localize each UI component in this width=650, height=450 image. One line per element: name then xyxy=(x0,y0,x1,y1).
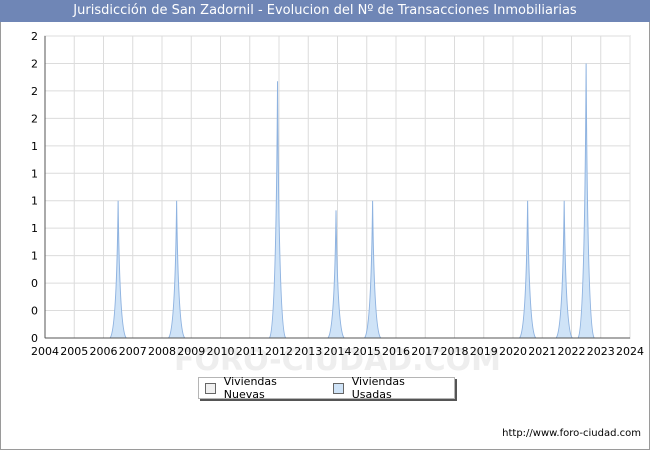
x-tick-label: 2004 xyxy=(31,345,59,358)
x-tick-label: 2018 xyxy=(441,345,469,358)
y-tick-label: 1 xyxy=(31,140,38,153)
y-tick-label: 1 xyxy=(31,195,38,208)
x-tick-label: 2024 xyxy=(616,345,644,358)
x-tick-label: 2023 xyxy=(587,345,615,358)
legend-label-nuevas: Viviendas Nuevas xyxy=(223,375,277,401)
x-tick-label: 2006 xyxy=(90,345,118,358)
y-tick-label: 2 xyxy=(31,112,38,125)
legend-item-nuevas: Viviendas Nuevas xyxy=(205,375,319,401)
x-tick-label: 2012 xyxy=(265,345,293,358)
x-tick-label: 2021 xyxy=(528,345,556,358)
x-tick-label: 2017 xyxy=(411,345,439,358)
y-tick-label: 0 xyxy=(31,332,38,345)
legend-swatch-usadas xyxy=(332,382,344,394)
x-tick-label: 2005 xyxy=(60,345,88,358)
x-tick-label: 2013 xyxy=(294,345,322,358)
y-tick-label: 0 xyxy=(31,305,38,318)
legend-label-usadas: Viviendas Usadas xyxy=(351,375,405,401)
x-tick-label: 2007 xyxy=(119,345,147,358)
x-tick-label: 2015 xyxy=(353,345,381,358)
y-tick-label: 2 xyxy=(31,85,38,98)
y-tick-label: 2 xyxy=(31,57,38,70)
source-url: http://www.foro-ciudad.com xyxy=(502,428,641,439)
x-tick-label: 2020 xyxy=(499,345,527,358)
y-tick-label: 1 xyxy=(31,167,38,180)
x-tick-label: 2010 xyxy=(207,345,235,358)
x-tick-label: 2022 xyxy=(558,345,586,358)
x-tick-label: 2019 xyxy=(470,345,498,358)
x-tick-label: 2016 xyxy=(382,345,410,358)
x-tick-label: 2009 xyxy=(177,345,205,358)
legend-swatch-nuevas xyxy=(205,382,216,394)
x-tick-label: 2014 xyxy=(324,345,352,358)
legend: Viviendas Nuevas Viviendas Usadas xyxy=(198,375,455,401)
x-tick-label: 2011 xyxy=(236,345,264,358)
y-tick-label: 1 xyxy=(31,222,38,235)
legend-item-usadas: Viviendas Usadas xyxy=(332,375,446,401)
x-tick-label: 2008 xyxy=(148,345,176,358)
y-tick-label: 0 xyxy=(31,277,38,290)
y-tick-label: 2 xyxy=(31,30,38,43)
y-tick-label: 1 xyxy=(31,250,38,263)
